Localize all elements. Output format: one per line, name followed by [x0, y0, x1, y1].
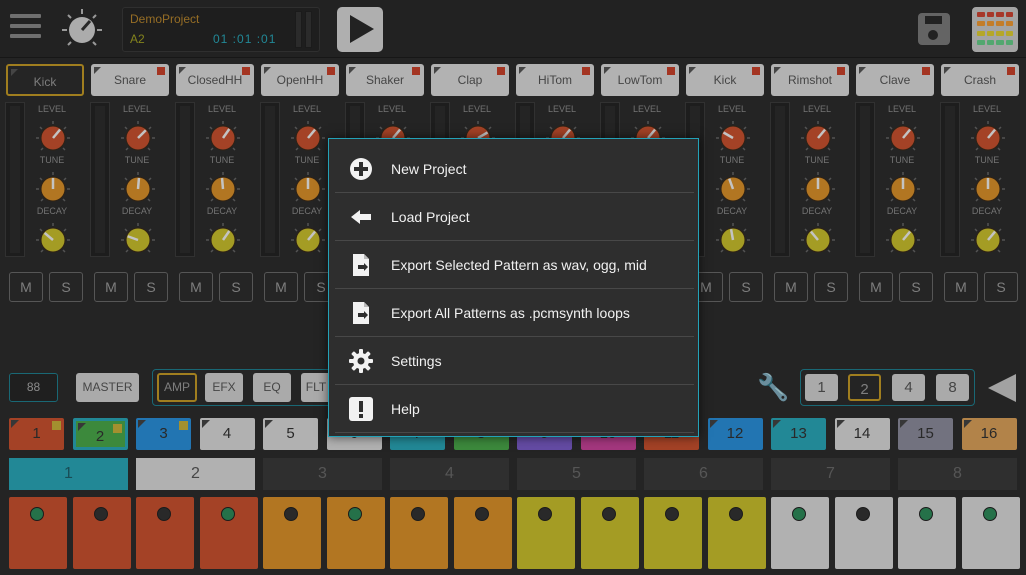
menu-item-load-project[interactable]: Load Project — [335, 193, 694, 241]
plus-circle-icon — [350, 158, 372, 180]
menu-item-label: Help — [391, 401, 420, 417]
menu-item-settings[interactable]: Settings — [335, 337, 694, 385]
menu-item-label: Export All Patterns as .pcmsynth loops — [391, 305, 630, 321]
menu-item-export-selected-pattern[interactable]: Export Selected Pattern as wav, ogg, mid — [335, 241, 694, 289]
exclamation-icon — [349, 397, 373, 421]
menu-item-label: Load Project — [391, 209, 470, 225]
menu-item-help[interactable]: Help — [335, 385, 694, 433]
menu-item-new-project[interactable]: New Project — [335, 145, 694, 193]
menu-item-label: Settings — [391, 353, 442, 369]
gear-icon — [349, 349, 373, 373]
file-export-icon — [353, 302, 369, 324]
file-export-icon — [353, 254, 369, 276]
menu-item-label: New Project — [391, 161, 467, 177]
menu-overlay[interactable]: New Project Load Project Export Selected… — [0, 0, 1026, 575]
menu-item-label: Export Selected Pattern as wav, ogg, mid — [391, 257, 647, 273]
menu-item-export-all-patterns[interactable]: Export All Patterns as .pcmsynth loops — [335, 289, 694, 337]
main-menu: New Project Load Project Export Selected… — [328, 138, 699, 437]
arrow-left-icon — [351, 210, 371, 224]
